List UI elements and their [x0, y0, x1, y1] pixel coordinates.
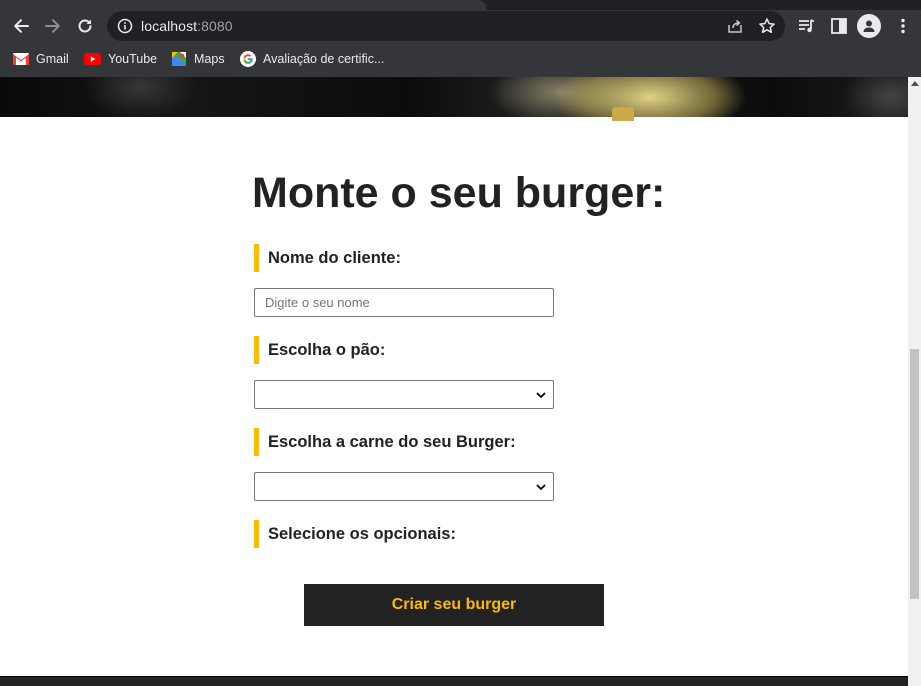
- bread-label: Escolha o pão:: [254, 336, 385, 364]
- bookmark-label: YouTube: [108, 52, 158, 66]
- hero-detail: [612, 107, 634, 121]
- youtube-icon: [84, 53, 101, 65]
- bookmarks-bar: Gmail YouTube Maps Avaliação de certific…: [0, 45, 921, 73]
- footer: [0, 676, 908, 686]
- bookmark-label: Avaliação de certific...: [263, 52, 385, 66]
- maps-icon: [172, 52, 186, 66]
- bookmark-maps[interactable]: Maps: [171, 49, 225, 69]
- browser-toolbar: localhost:8080: [0, 10, 921, 42]
- url-host: localhost: [141, 18, 198, 34]
- profile-avatar[interactable]: [857, 14, 881, 38]
- name-input[interactable]: [254, 288, 554, 317]
- hero-banner-image: [0, 77, 908, 121]
- bookmark-label: Gmail: [36, 52, 69, 66]
- person-icon: [863, 20, 875, 32]
- star-icon[interactable]: [758, 17, 776, 35]
- chevron-down-icon: [536, 392, 546, 399]
- page-scrollbar[interactable]: [908, 77, 921, 686]
- meat-select[interactable]: [254, 472, 554, 501]
- scrollbar-thumb[interactable]: [910, 349, 919, 599]
- bookmark-youtube[interactable]: YouTube: [84, 49, 157, 69]
- scroll-up-arrow-icon[interactable]: [911, 81, 919, 86]
- bookmark-avaliacao[interactable]: Avaliação de certific...: [240, 49, 384, 69]
- side-panel-icon[interactable]: [829, 16, 849, 36]
- google-icon: [240, 51, 256, 67]
- share-icon[interactable]: [726, 17, 744, 35]
- bread-select[interactable]: [254, 380, 554, 409]
- url-text: localhost:8080: [141, 18, 233, 34]
- url-port: :8080: [197, 18, 233, 34]
- browser-chrome: localhost:8080 Gmail YouTube Maps Avalia…: [0, 0, 921, 77]
- info-icon[interactable]: [117, 18, 133, 34]
- media-control-icon[interactable]: [797, 16, 817, 36]
- chevron-down-icon: [536, 484, 546, 491]
- forward-button[interactable]: [39, 12, 67, 40]
- page-title: Monte o seu burger:: [252, 169, 666, 217]
- gmail-icon: [13, 53, 29, 65]
- tab-strip: [0, 0, 921, 10]
- back-button[interactable]: [7, 12, 35, 40]
- name-label: Nome do cliente:: [254, 244, 401, 272]
- meat-label: Escolha a carne do seu Burger:: [254, 428, 516, 456]
- page-viewport: Monte o seu burger: Nome do cliente: Esc…: [0, 77, 908, 686]
- more-menu-icon[interactable]: [893, 16, 913, 36]
- active-tab-edge: [0, 0, 486, 10]
- bookmark-label: Maps: [194, 52, 225, 66]
- address-bar[interactable]: localhost:8080: [107, 11, 785, 41]
- create-burger-button[interactable]: Criar seu burger: [304, 584, 604, 626]
- bookmark-gmail[interactable]: Gmail: [13, 49, 69, 69]
- reload-button[interactable]: [71, 12, 99, 40]
- arrow-right-icon: [45, 19, 60, 33]
- optionals-label: Selecione os opcionais:: [254, 520, 456, 548]
- reload-icon: [78, 19, 92, 33]
- arrow-left-icon: [14, 19, 29, 33]
